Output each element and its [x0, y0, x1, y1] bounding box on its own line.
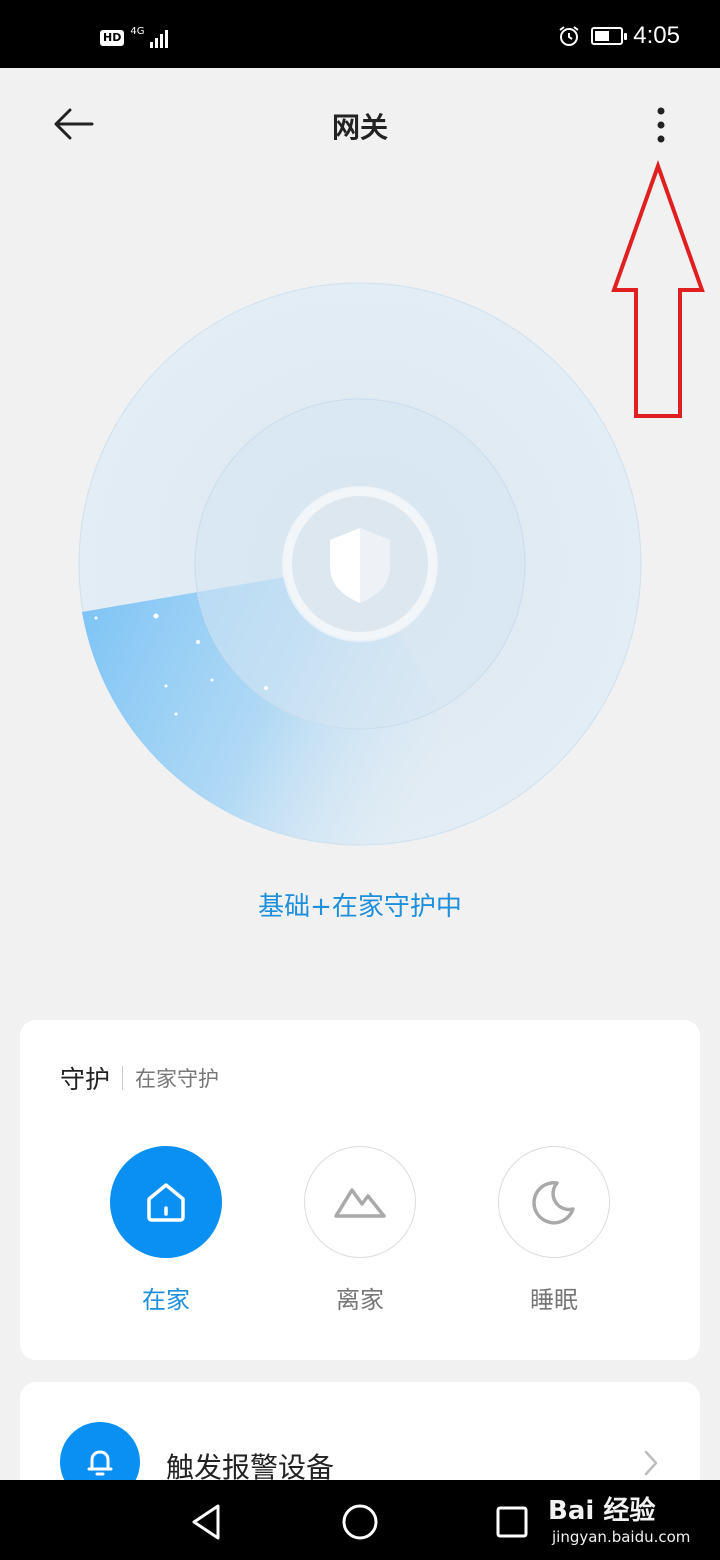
signal-icon: [150, 28, 169, 48]
mode-sleep-label: 睡眠: [530, 1286, 578, 1314]
more-options-icon[interactable]: [640, 102, 682, 148]
card-title: 守护: [60, 1065, 111, 1094]
nav-back-icon[interactable]: [186, 1502, 226, 1542]
page-title: 网关: [331, 111, 388, 144]
mode-away[interactable]: 离家: [304, 1146, 416, 1315]
status-time: 4:05: [633, 22, 680, 49]
mode-sleep[interactable]: 睡眠: [498, 1146, 610, 1315]
mode-sleep-button[interactable]: [498, 1146, 610, 1258]
watermark-url: jingyan.baidu.com: [552, 1528, 691, 1546]
bell-icon: [87, 1450, 113, 1476]
mountain-icon: [334, 1188, 386, 1218]
mode-home-label: 在家: [142, 1286, 190, 1314]
mode-home[interactable]: 在家: [110, 1146, 222, 1315]
guard-radar: [78, 282, 642, 846]
mode-home-button[interactable]: [110, 1146, 222, 1258]
alarm-clock-icon: [559, 26, 579, 46]
moon-icon: [532, 1181, 575, 1225]
mode-away-label: 离家: [336, 1286, 384, 1314]
nav-home-icon[interactable]: [340, 1502, 380, 1542]
house-icon: [147, 1183, 185, 1222]
guard-mode-card: 守护 在家守护 在家 离家 睡眠: [20, 1020, 700, 1360]
status-bar: HD 4G 4:05: [0, 0, 720, 68]
title-divider: [122, 1066, 124, 1090]
mode-away-button[interactable]: [304, 1146, 416, 1258]
battery-icon: [591, 27, 628, 45]
card-subtitle: 在家守护: [135, 1067, 220, 1091]
chevron-right-icon: [644, 1450, 658, 1476]
watermark-logo: Bai 经验: [548, 1496, 656, 1526]
guard-status-text: 基础+在家守护中: [258, 892, 462, 922]
hd-indicator: HD: [100, 30, 125, 46]
network-type: 4G: [130, 26, 145, 37]
nav-recents-icon[interactable]: [494, 1504, 530, 1540]
